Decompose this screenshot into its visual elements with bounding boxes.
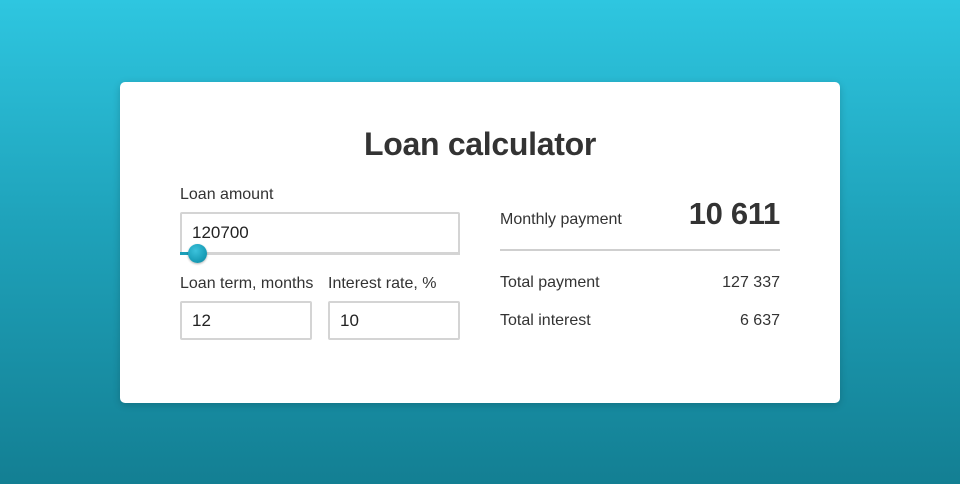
total-payment-label: Total payment (500, 274, 600, 291)
page-title: Loan calculator (363, 126, 596, 162)
loan-term-label: Loan term, months (180, 275, 314, 292)
loan-amount-label: Loan amount (180, 186, 274, 203)
loan-term-input[interactable] (180, 301, 312, 340)
slider-thumb-icon[interactable] (187, 244, 207, 263)
loan-amount-input[interactable] (180, 212, 460, 254)
total-interest-value: 6 637 (739, 312, 780, 329)
results-divider (500, 249, 780, 251)
total-payment-value: 127 337 (722, 274, 780, 291)
interest-rate-label: Interest rate, % (328, 275, 437, 292)
interest-rate-input[interactable] (328, 301, 460, 340)
loan-calculator-card: Loan calculator Loan amount Loan term, m… (120, 82, 840, 403)
total-interest-label: Total interest (500, 312, 591, 329)
monthly-payment-value: 10 611 (688, 196, 781, 231)
loan-amount-slider[interactable] (180, 244, 460, 263)
